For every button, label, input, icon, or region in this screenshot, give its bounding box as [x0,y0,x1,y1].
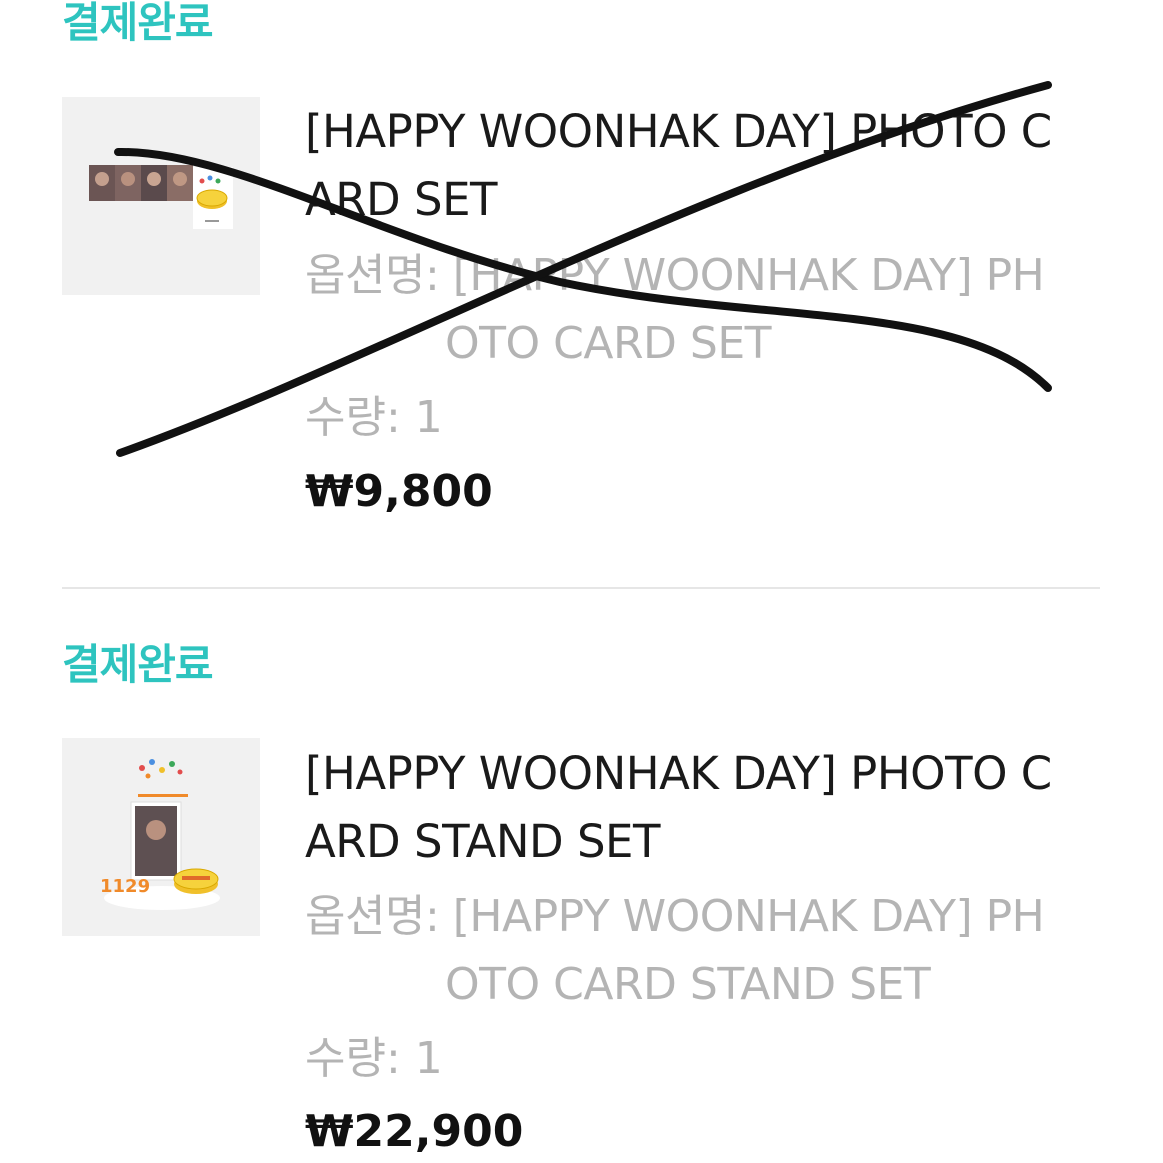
option-value-continued: OTO CARD STAND SET [445,959,931,1010]
product-title[interactable]: [HAPPY WOONHAK DAY] PHOTO C ARD STAND SE… [305,740,1105,876]
option-value: [HAPPY WOONHAK DAY] PH [452,250,1045,301]
option-value: [HAPPY WOONHAK DAY] PH [452,891,1045,942]
option-value-continued: OTO CARD SET [445,318,772,369]
product-option: 옵션명: [HAPPY WOONHAK DAY] PH OTO CARD SET [305,242,1105,378]
product-title-line: ARD STAND SET [305,815,660,868]
stand-number: 1129 [100,876,150,897]
product-title-line: ARD SET [305,173,498,226]
product-quantity: 수량: 1 [305,1033,443,1084]
photo-card-set-thumbnail-icon [89,165,233,229]
product-price: ₩9,800 [305,466,493,517]
product-quantity: 수량: 1 [305,392,443,443]
product-thumbnail[interactable]: 1129 [62,738,260,936]
order-status: 결제완료 [62,640,214,689]
order-item: 결제완료 [HAPPY WOONHAK DAY] PHOTO C ARD SET [0,0,1163,589]
photo-card-stand-set-thumbnail-icon: 1129 [100,759,220,910]
order-item: 결제완료 1129 [HAPPY WOONHAK DAY] PHOTO C AR… [0,590,1163,1163]
product-title-line: [HAPPY WOONHAK DAY] PHOTO C [305,747,1052,800]
product-title-line: [HAPPY WOONHAK DAY] PHOTO C [305,105,1052,158]
product-thumbnail[interactable] [62,97,260,295]
order-status: 결제완료 [62,0,214,47]
option-label: 옵션명: [305,891,440,942]
product-title[interactable]: [HAPPY WOONHAK DAY] PHOTO C ARD SET [305,98,1105,234]
product-price: ₩22,900 [305,1106,524,1157]
product-option: 옵션명: [HAPPY WOONHAK DAY] PH OTO CARD STA… [305,883,1105,1019]
divider [62,587,1100,589]
option-label: 옵션명: [305,250,440,301]
